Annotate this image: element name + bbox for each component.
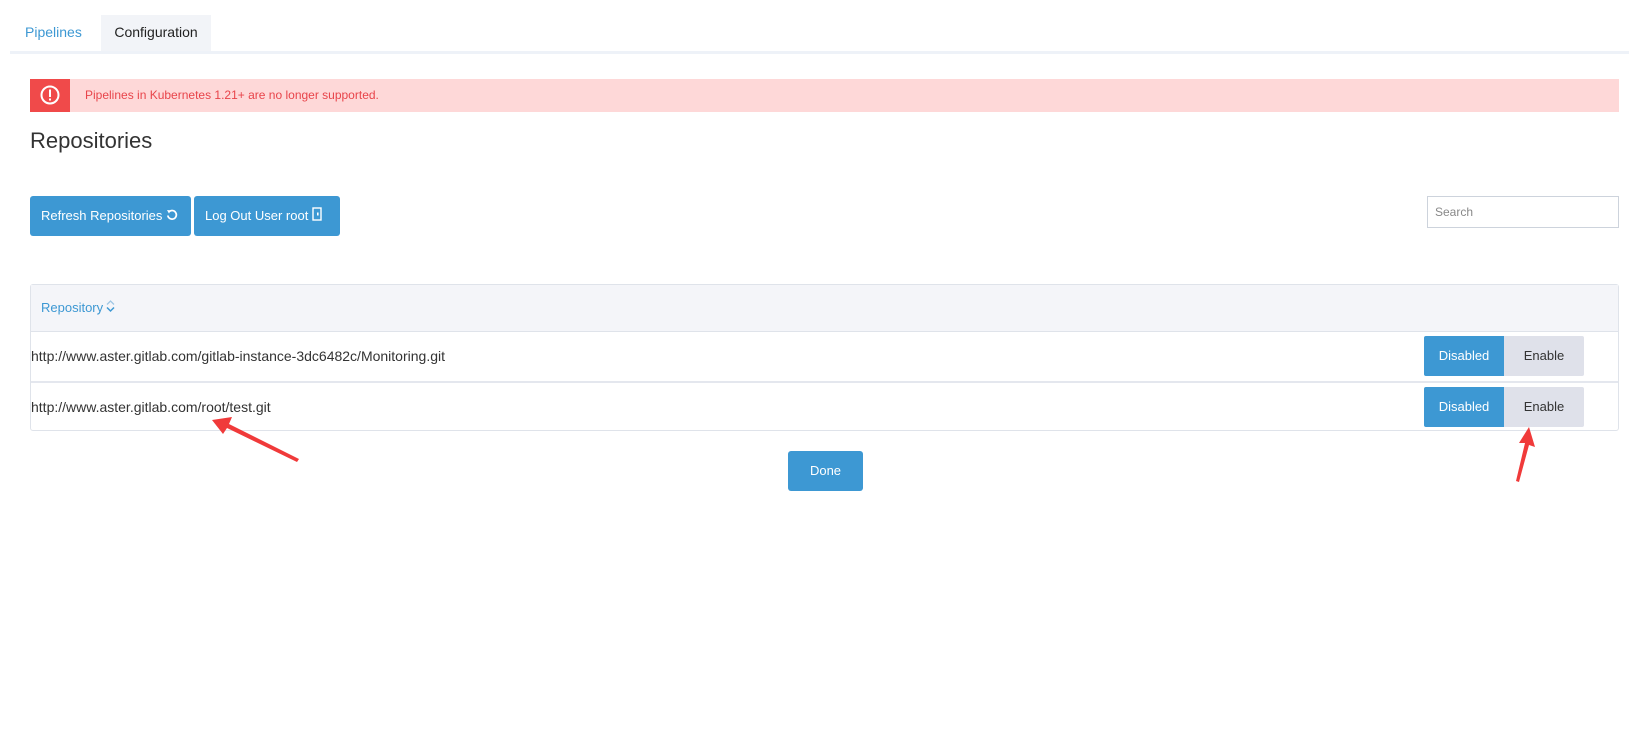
annotation-arrow-icon <box>1516 427 1535 482</box>
log-out-button[interactable]: Log Out User root <box>194 196 340 236</box>
table-row: http://www.aster.gitlab.com/gitlab-insta… <box>31 332 1618 383</box>
enable-button[interactable]: Enable <box>1504 336 1584 376</box>
repository-url: http://www.aster.gitlab.com/gitlab-insta… <box>31 348 445 364</box>
column-header-label: Repository <box>41 300 104 315</box>
disabled-button[interactable]: Disabled <box>1424 336 1504 376</box>
search-input[interactable] <box>1427 196 1619 228</box>
refresh-repositories-button[interactable]: Refresh Repositories <box>30 196 191 236</box>
alert-circle-icon <box>40 85 60 105</box>
alert-banner: Pipelines in Kubernetes 1.21+ are no lon… <box>30 79 1619 112</box>
repositories-table: Repository http://www.aster.gitlab.com/g… <box>30 284 1619 431</box>
tab-bar: Pipelines Configuration <box>10 15 1629 54</box>
log-out-button-label: Log Out User root <box>205 208 309 223</box>
repository-url: http://www.aster.gitlab.com/root/test.gi… <box>31 399 271 415</box>
tab-configuration[interactable]: Configuration <box>101 15 211 51</box>
alert-message: Pipelines in Kubernetes 1.21+ are no lon… <box>85 88 379 102</box>
refresh-icon <box>166 197 178 237</box>
enable-button[interactable]: Enable <box>1504 387 1584 427</box>
page-title: Repositories <box>30 128 153 153</box>
alert-icon-container <box>30 79 70 112</box>
sign-out-icon <box>312 197 323 237</box>
table-row: http://www.aster.gitlab.com/root/test.gi… <box>31 383 1618 432</box>
sort-icon <box>106 286 115 332</box>
tab-pipelines[interactable]: Pipelines <box>25 15 82 51</box>
table-header: Repository <box>31 285 1618 332</box>
disabled-button[interactable]: Disabled <box>1424 387 1504 427</box>
done-button[interactable]: Done <box>788 451 863 491</box>
column-header-repository[interactable]: Repository <box>41 285 115 332</box>
refresh-button-label: Refresh Repositories <box>41 208 163 223</box>
